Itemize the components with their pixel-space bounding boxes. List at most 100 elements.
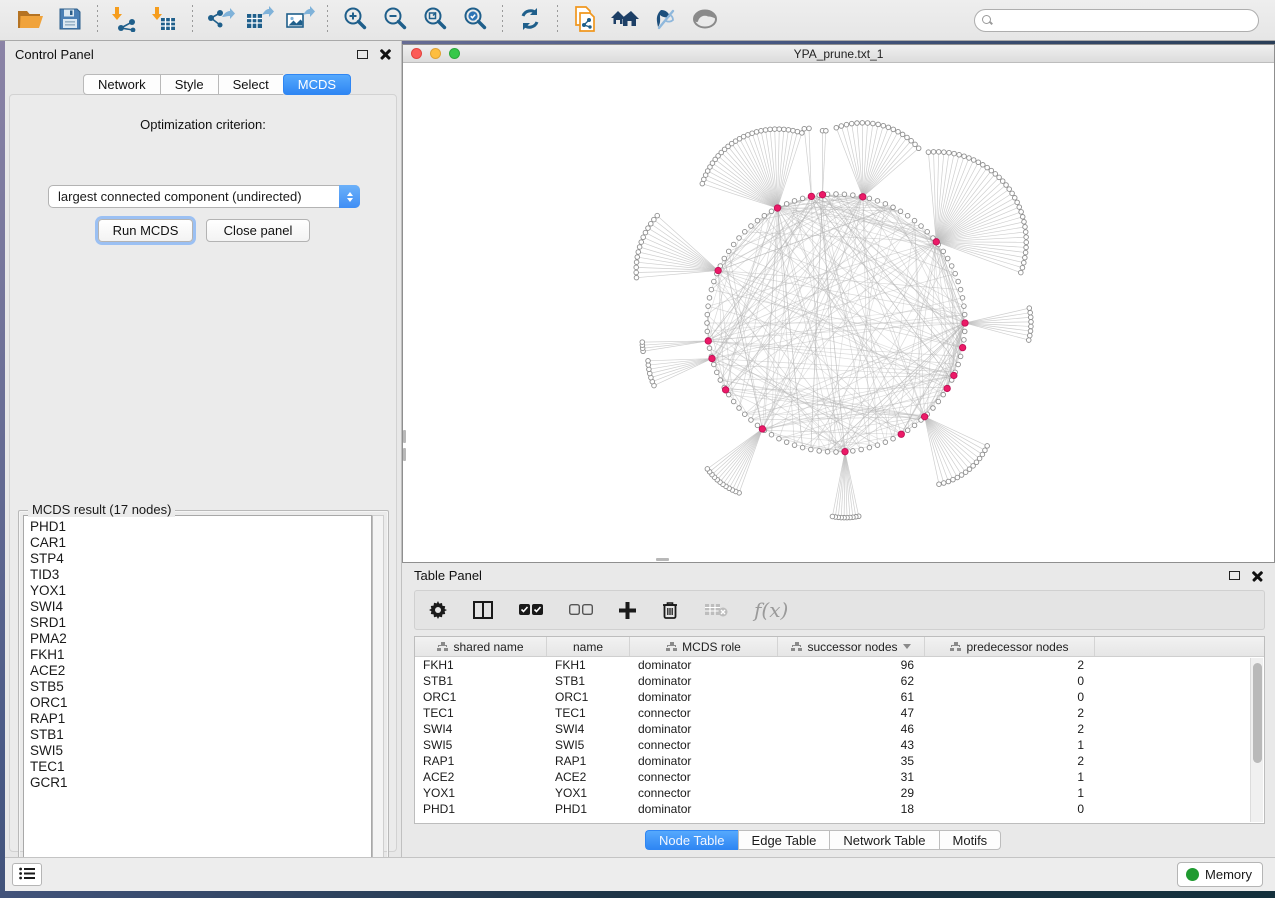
delete-column-icon[interactable]	[662, 601, 678, 619]
mcds-hub-node[interactable]	[842, 448, 848, 454]
network-node[interactable]	[1027, 333, 1032, 338]
close-panel-icon[interactable]	[1252, 570, 1263, 581]
network-node[interactable]	[655, 213, 660, 218]
mcds-result-item[interactable]: YOX1	[30, 583, 371, 599]
mcds-hub-node[interactable]	[722, 387, 728, 393]
network-node[interactable]	[737, 406, 742, 411]
network-node[interactable]	[855, 121, 860, 126]
column-header-MCDS-role[interactable]: MCDS role	[630, 637, 778, 656]
network-node[interactable]	[1015, 200, 1020, 205]
open-file-button[interactable]	[12, 3, 48, 37]
network-node[interactable]	[792, 199, 797, 204]
network-node[interactable]	[795, 129, 800, 134]
network-node[interactable]	[905, 135, 910, 140]
network-node[interactable]	[941, 392, 946, 397]
export-image-button[interactable]	[282, 3, 318, 37]
mcds-hub-node[interactable]	[921, 414, 927, 420]
network-node[interactable]	[1028, 329, 1033, 334]
network-node[interactable]	[825, 449, 830, 454]
network-node[interactable]	[750, 131, 755, 136]
network-node[interactable]	[1026, 338, 1031, 343]
network-node[interactable]	[962, 304, 967, 309]
table-scrollbar-thumb[interactable]	[1253, 663, 1262, 763]
network-node[interactable]	[800, 196, 805, 201]
network-node[interactable]	[634, 275, 639, 280]
network-node[interactable]	[931, 150, 936, 155]
mcds-result-list[interactable]: PHD1CAR1STP4TID3YOX1SWI4SRD1PMA2FKH1ACE2…	[23, 515, 372, 873]
network-node[interactable]	[1023, 250, 1028, 255]
network-node[interactable]	[755, 218, 760, 223]
tab-edge-table[interactable]: Edge Table	[738, 830, 830, 850]
network-node[interactable]	[916, 146, 921, 151]
network-node[interactable]	[769, 209, 774, 214]
network-node[interactable]	[860, 121, 865, 126]
network-node[interactable]	[742, 412, 747, 417]
network-node[interactable]	[959, 473, 964, 478]
task-history-button[interactable]	[12, 863, 42, 886]
network-node[interactable]	[958, 287, 963, 292]
close-panel-button[interactable]: Close panel	[206, 219, 310, 242]
splitter-handle[interactable]	[403, 430, 406, 443]
function-builder-icon[interactable]: f(x)	[754, 598, 788, 622]
network-node[interactable]	[951, 477, 956, 482]
column-header-predecessor-nodes[interactable]: predecessor nodes	[925, 637, 1095, 656]
network-node[interactable]	[976, 160, 981, 165]
network-node[interactable]	[1012, 195, 1017, 200]
network-node[interactable]	[960, 296, 965, 301]
network-node[interactable]	[883, 440, 888, 445]
network-node[interactable]	[731, 399, 736, 404]
network-node[interactable]	[1000, 179, 1005, 184]
network-node[interactable]	[947, 150, 952, 155]
network-node[interactable]	[985, 444, 990, 449]
network-node[interactable]	[955, 475, 960, 480]
mcds-result-item[interactable]: PMA2	[30, 631, 371, 647]
mcds-hub-node[interactable]	[959, 344, 965, 350]
mcds-result-item[interactable]: TEC1	[30, 759, 371, 775]
network-node[interactable]	[817, 449, 822, 454]
network-node[interactable]	[912, 423, 917, 428]
network-node[interactable]	[985, 165, 990, 170]
network-node[interactable]	[926, 150, 931, 155]
tab-mcds[interactable]: MCDS	[283, 74, 351, 95]
network-node[interactable]	[722, 256, 727, 261]
network-node[interactable]	[786, 128, 791, 133]
network-node[interactable]	[707, 296, 712, 301]
mcds-result-item[interactable]: CAR1	[30, 535, 371, 551]
mcds-result-item[interactable]: TID3	[30, 567, 371, 583]
network-node[interactable]	[715, 370, 720, 375]
settings-gear-icon[interactable]	[429, 601, 447, 619]
float-panel-icon[interactable]	[1229, 571, 1240, 580]
mcds-hub-node[interactable]	[898, 431, 904, 437]
mcds-hub-node[interactable]	[715, 267, 721, 273]
network-node[interactable]	[919, 224, 924, 229]
column-header-name[interactable]: name	[547, 637, 630, 656]
network-node[interactable]	[936, 150, 941, 155]
network-node[interactable]	[867, 196, 872, 201]
column-header-successor-nodes[interactable]: successor nodes	[778, 637, 925, 656]
network-node[interactable]	[997, 175, 1002, 180]
run-mcds-button[interactable]: Run MCDS	[98, 219, 193, 242]
mcds-hub-node[interactable]	[860, 194, 866, 200]
network-node[interactable]	[1019, 210, 1024, 215]
network-node[interactable]	[762, 213, 767, 218]
network-node[interactable]	[637, 245, 642, 250]
network-node[interactable]	[1019, 270, 1024, 275]
network-node[interactable]	[912, 218, 917, 223]
tab-node-table[interactable]: Node Table	[645, 830, 738, 850]
network-node[interactable]	[749, 418, 754, 423]
network-node[interactable]	[768, 127, 773, 132]
import-network-button[interactable]	[107, 3, 143, 37]
network-node[interactable]	[792, 443, 797, 448]
network-node[interactable]	[925, 229, 930, 234]
deselect-all-columns-icon[interactable]	[569, 604, 593, 616]
import-table-button[interactable]	[147, 3, 183, 37]
node-table[interactable]: shared namenameMCDS rolesuccessor nodesp…	[414, 636, 1265, 824]
mcds-hub-node[interactable]	[808, 193, 814, 199]
network-node[interactable]	[1029, 324, 1034, 329]
mcds-result-item[interactable]: SWI5	[30, 743, 371, 759]
mcds-hub-node[interactable]	[944, 385, 950, 391]
network-node[interactable]	[635, 255, 640, 260]
mcds-result-scrollbar[interactable]	[372, 515, 384, 873]
network-node[interactable]	[886, 125, 891, 130]
clone-network-button[interactable]	[567, 3, 603, 37]
